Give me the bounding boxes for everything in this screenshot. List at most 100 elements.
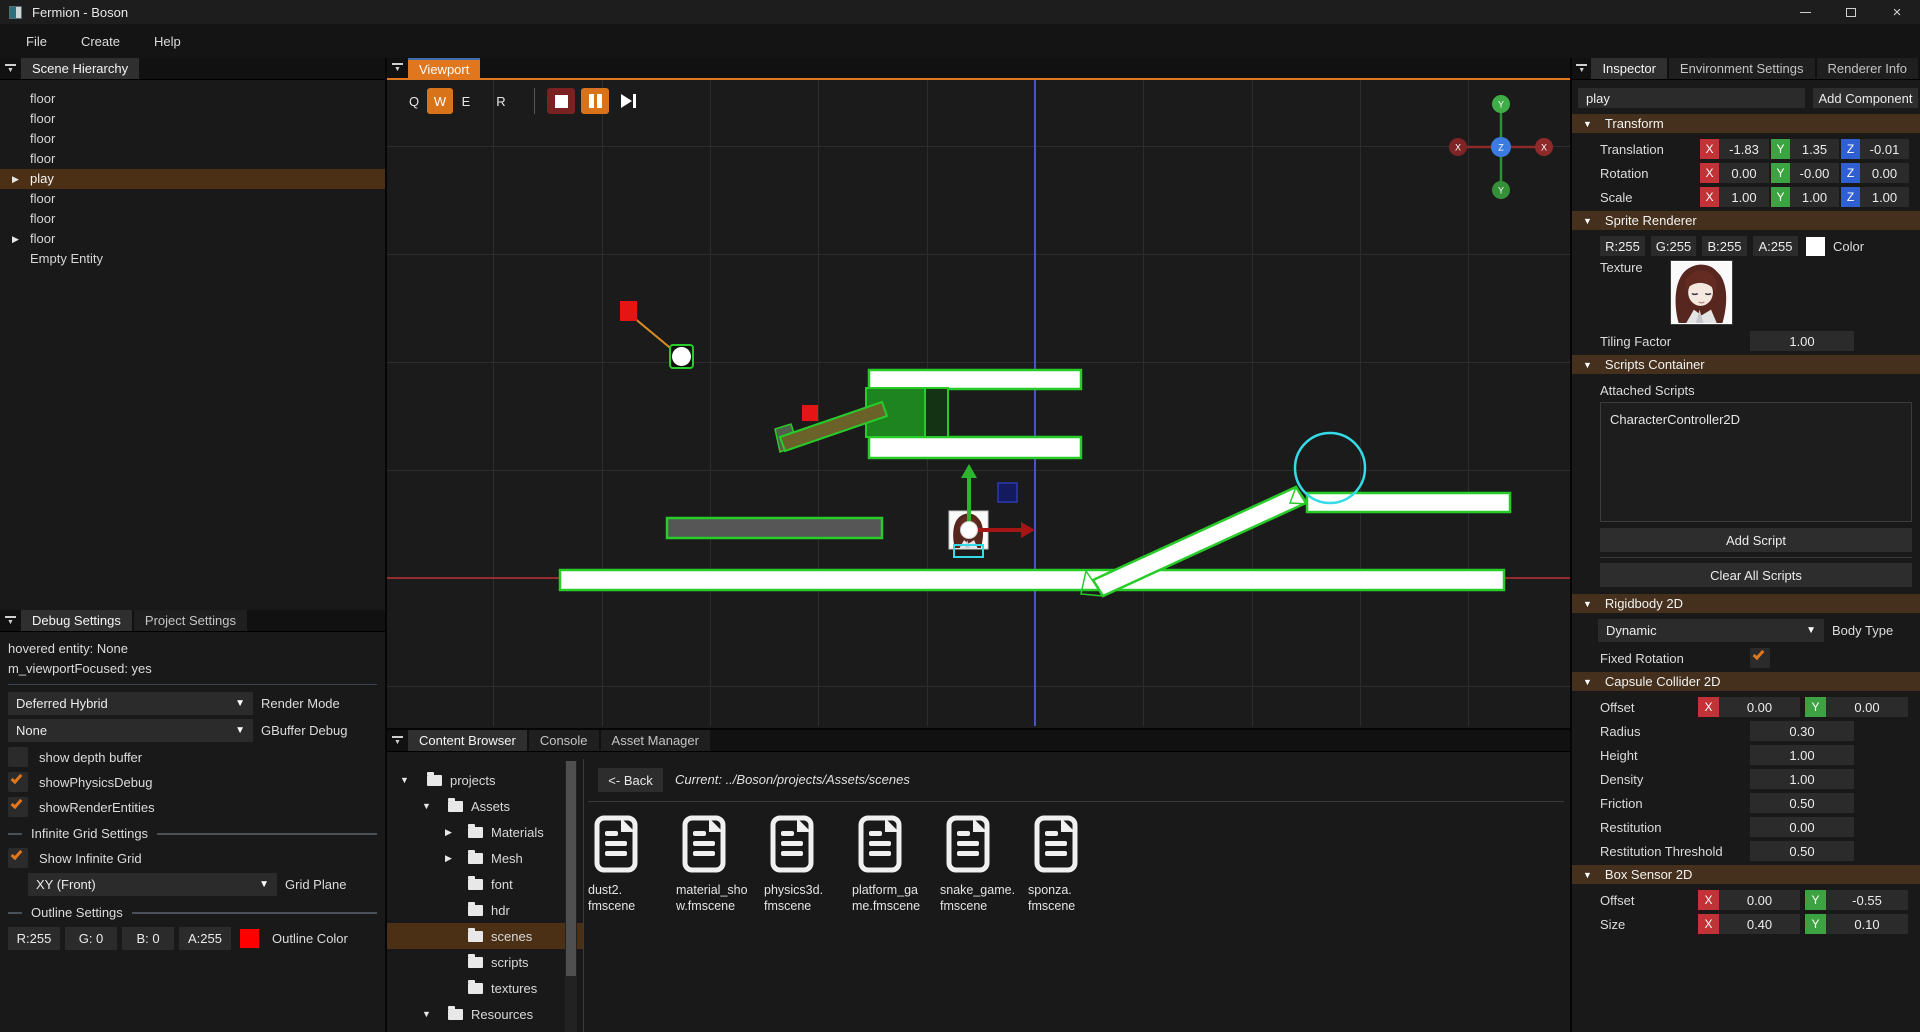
entity-name-input[interactable]: play — [1578, 88, 1805, 108]
grid-plane-dropdown[interactable]: XY (Front) ▼ — [28, 873, 277, 896]
y-axis-badge[interactable]: Y — [1771, 163, 1790, 183]
collapse-arrow-icon[interactable]: ▼ — [400, 775, 409, 785]
texture-thumbnail[interactable] — [1670, 260, 1733, 325]
y-axis-badge[interactable]: Y — [1805, 914, 1826, 934]
tool-r-button[interactable]: R — [488, 88, 514, 114]
sprite-color-swatch[interactable] — [1806, 237, 1825, 256]
tab-renderer-info[interactable]: Renderer Info — [1817, 58, 1919, 79]
gray-platform[interactable] — [667, 518, 882, 538]
capsule-offset-x-field[interactable]: 0.00 — [1719, 697, 1800, 717]
hierarchy-item-floor[interactable]: floor — [0, 209, 385, 229]
green-box-section[interactable] — [925, 388, 948, 437]
gizmo-x-arrowhead[interactable] — [1021, 522, 1035, 538]
hierarchy-item-floor[interactable]: floor — [0, 189, 385, 209]
sensor-size-y-field[interactable]: 0.10 — [1826, 914, 1908, 934]
clear-all-scripts-button[interactable]: Clear All Scripts — [1600, 563, 1912, 587]
tab-inspector[interactable]: Inspector — [1591, 58, 1666, 79]
collapse-arrow-icon[interactable]: ▼ — [422, 801, 431, 811]
tab-debug-settings[interactable]: Debug Settings — [21, 610, 132, 631]
scale-z-field[interactable]: 1.00 — [1860, 187, 1909, 207]
sprite-color-g-field[interactable]: G:255 — [1651, 236, 1696, 256]
y-axis-badge[interactable]: Y — [1805, 890, 1826, 910]
rotation-x-field[interactable]: 0.00 — [1719, 163, 1769, 183]
orientation-gizmo[interactable]: Y Y X X Z — [1449, 95, 1553, 199]
outline-color-g-field[interactable]: G: 0 — [65, 927, 117, 950]
translation-x-field[interactable]: -1.83 — [1719, 139, 1769, 159]
render-mode-dropdown[interactable]: Deferred Hybrid ▼ — [8, 692, 253, 715]
tiling-factor-field[interactable]: 1.00 — [1750, 331, 1854, 351]
y-axis-badge[interactable]: Y — [1771, 187, 1790, 207]
capsule-offset-y-field[interactable]: 0.00 — [1826, 697, 1908, 717]
hierarchy-item-floor[interactable]: floor — [0, 129, 385, 149]
show-infinite-grid-checkbox[interactable] — [8, 848, 28, 868]
sensor-offset-x-field[interactable]: 0.00 — [1719, 890, 1800, 910]
script-list-item[interactable]: CharacterController2D — [1610, 412, 1911, 427]
tree-item-textures[interactable]: textures — [387, 975, 583, 1001]
pause-button[interactable] — [581, 88, 609, 114]
tool-q-button[interactable]: Q — [401, 88, 427, 114]
box-sensor-2d-header[interactable]: ▼Box Sensor 2D — [1572, 865, 1920, 884]
tab-scene-hierarchy[interactable]: Scene Hierarchy — [21, 58, 139, 79]
tree-item-projects[interactable]: ▼projects — [387, 767, 583, 793]
capsule-collider-2d-header[interactable]: ▼Capsule Collider 2D — [1572, 672, 1920, 691]
radius-field[interactable]: 0.30 — [1750, 721, 1854, 741]
density-field[interactable]: 1.00 — [1750, 769, 1854, 789]
menu-help[interactable]: Help — [154, 34, 181, 49]
tab-console[interactable]: Console — [529, 730, 599, 751]
file-item[interactable]: physics3d.fmscene — [764, 815, 850, 914]
red-handle[interactable] — [802, 405, 818, 421]
transform-header[interactable]: ▼Transform — [1572, 114, 1920, 133]
close-button[interactable]: × — [1874, 0, 1920, 24]
outline-color-a-field[interactable]: A:255 — [179, 927, 231, 950]
panel-collapse-icon[interactable]: ▼ — [0, 58, 21, 79]
file-item[interactable]: material_show.fmscene — [676, 815, 762, 914]
tab-environment-settings[interactable]: Environment Settings — [1669, 58, 1815, 79]
hierarchy-item-play[interactable]: ▶play — [0, 169, 385, 189]
show-depth-buffer-checkbox[interactable] — [8, 747, 28, 767]
z-axis-badge[interactable]: Z — [1841, 163, 1860, 183]
file-item[interactable]: snake_game.fmscene — [940, 815, 1026, 914]
add-component-button[interactable]: Add Component — [1813, 88, 1918, 108]
tool-w-button[interactable]: W — [427, 88, 453, 114]
ball-entity[interactable] — [672, 347, 691, 366]
tree-item-hdr[interactable]: hdr — [387, 897, 583, 923]
menu-file[interactable]: File — [26, 34, 47, 49]
hierarchy-item-floor[interactable]: ▶floor — [0, 229, 385, 249]
expand-arrow-icon[interactable]: ▶ — [12, 229, 19, 249]
file-item[interactable]: platform_game.fmscene — [852, 815, 938, 914]
expand-arrow-icon[interactable]: ▶ — [445, 827, 452, 838]
tab-viewport[interactable]: Viewport — [408, 58, 480, 78]
red-anchor[interactable] — [620, 301, 637, 321]
friction-field[interactable]: 0.50 — [1750, 793, 1854, 813]
rotation-z-field[interactable]: 0.00 — [1860, 163, 1909, 183]
hierarchy-item-floor[interactable]: floor — [0, 149, 385, 169]
y-axis-badge[interactable]: Y — [1805, 697, 1826, 717]
sprite-color-b-field[interactable]: B:255 — [1702, 236, 1747, 256]
sprite-color-r-field[interactable]: R:255 — [1600, 236, 1645, 256]
height-field[interactable]: 1.00 — [1750, 745, 1854, 765]
x-axis-badge[interactable]: X — [1700, 187, 1719, 207]
tree-item-scripts[interactable]: scripts — [387, 949, 583, 975]
restitution-field[interactable]: 0.00 — [1750, 817, 1854, 837]
collapse-arrow-icon[interactable]: ▼ — [422, 1009, 431, 1019]
x-axis-badge[interactable]: X — [1698, 697, 1719, 717]
gbuffer-debug-dropdown[interactable]: None ▼ — [8, 719, 253, 742]
rotation-y-field[interactable]: -0.00 — [1790, 163, 1839, 183]
maximize-button[interactable] — [1828, 0, 1874, 24]
x-axis-badge[interactable]: X — [1698, 914, 1719, 934]
tree-item-assets[interactable]: ▼Assets — [387, 793, 583, 819]
minimize-button[interactable] — [1782, 0, 1828, 24]
tab-content-browser[interactable]: Content Browser — [408, 730, 527, 751]
step-button[interactable] — [615, 88, 643, 114]
navy-marker[interactable] — [998, 483, 1017, 502]
z-axis-badge[interactable]: Z — [1841, 139, 1860, 159]
y-axis-badge[interactable]: Y — [1771, 139, 1790, 159]
x-axis-badge[interactable]: X — [1698, 890, 1719, 910]
panel-collapse-icon[interactable]: ▼ — [387, 58, 408, 78]
tree-scrollbar[interactable] — [565, 761, 577, 1032]
hierarchy-item-floor[interactable]: floor — [0, 89, 385, 109]
expand-arrow-icon[interactable]: ▶ — [12, 169, 19, 189]
tree-item-resources[interactable]: ▼Resources — [387, 1001, 583, 1027]
restitution-threshold-field[interactable]: 0.50 — [1750, 841, 1854, 861]
show-render-entities-checkbox[interactable] — [8, 797, 28, 817]
